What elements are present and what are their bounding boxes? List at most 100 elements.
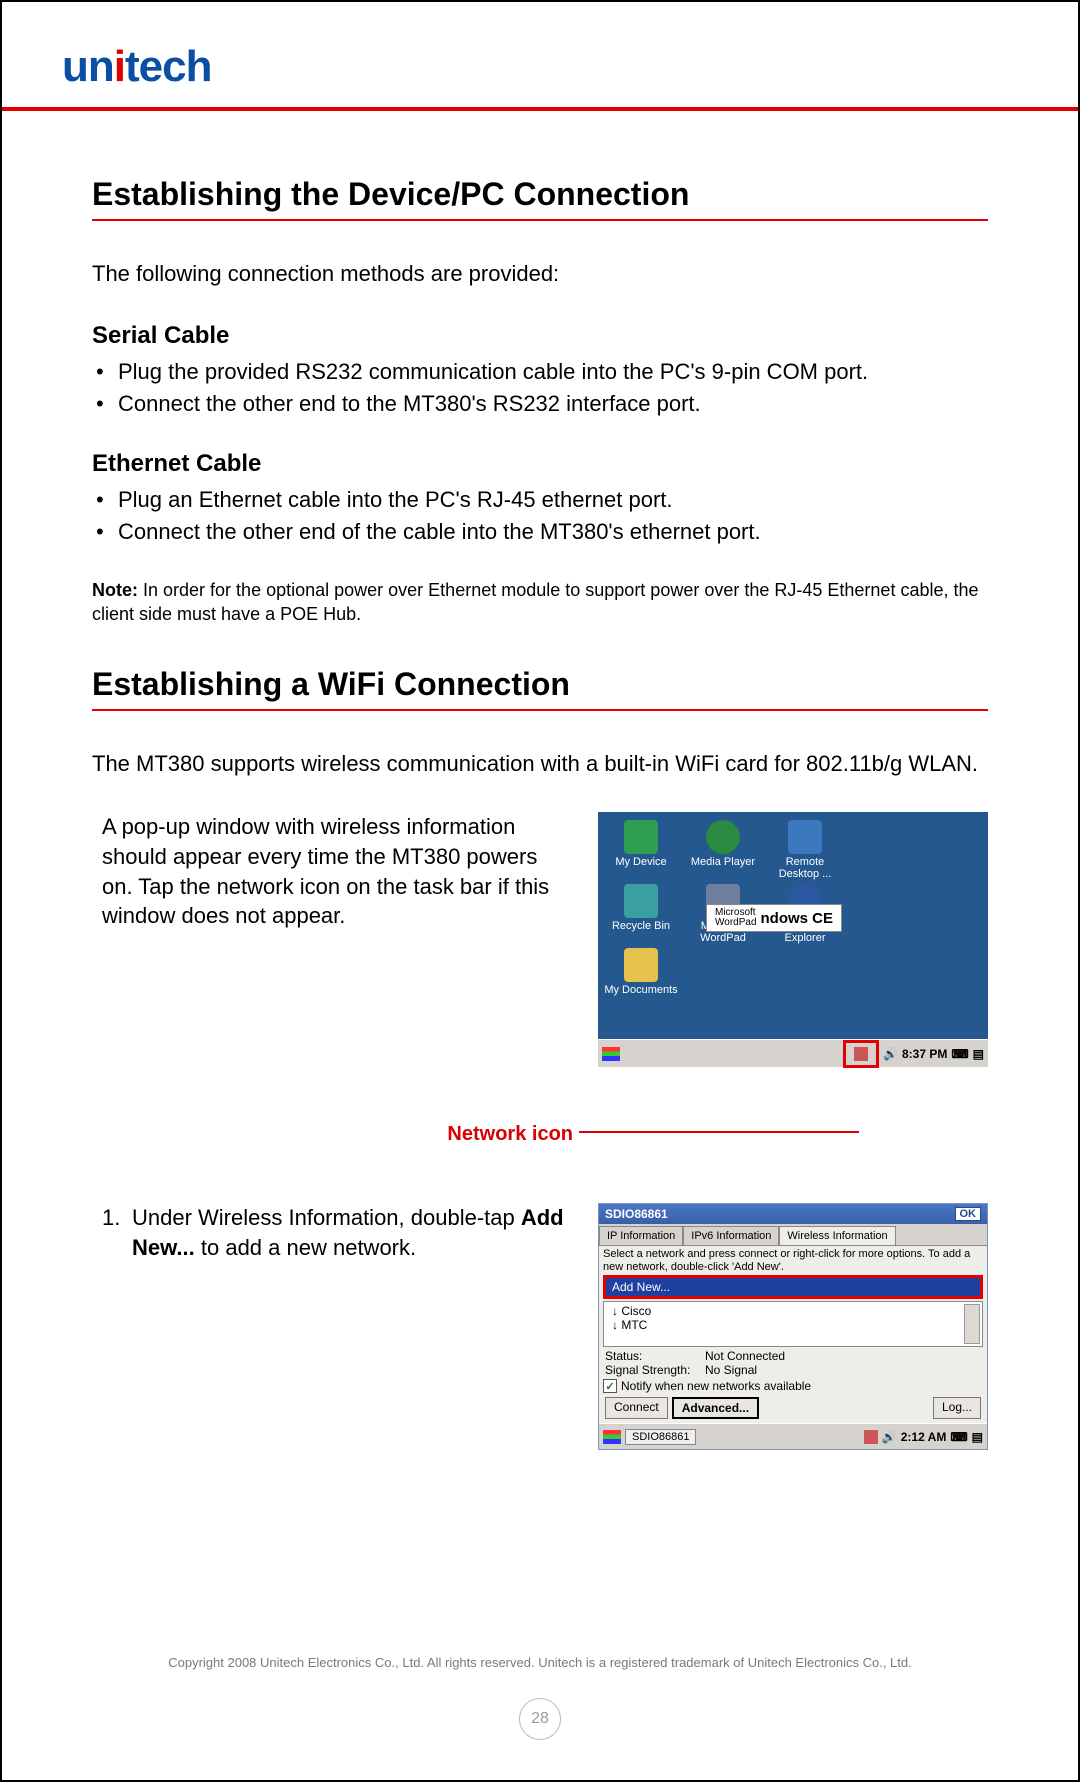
list-item: Connect the other end to the MT380's RS2… — [92, 388, 988, 420]
desktop-icon[interactable]: ▤ — [972, 1430, 983, 1444]
subheading-serial: Serial Cable — [92, 322, 988, 350]
status-label: Status: — [605, 1349, 705, 1363]
tab-ip-information[interactable]: IP Information — [599, 1226, 683, 1245]
ethernet-list: Plug an Ethernet cable into the PC's RJ-… — [92, 484, 988, 548]
advanced-button[interactable]: Advanced... — [672, 1397, 759, 1419]
dialog-tabs: IP Information IPv6 Information Wireless… — [599, 1224, 987, 1246]
tray-time: 2:12 AM — [901, 1430, 947, 1444]
icon-label: My Device — [615, 856, 666, 868]
section-title-wifi: Establishing a WiFi Connection — [92, 666, 988, 711]
network-icon — [854, 1047, 868, 1061]
step1-number: 1. — [102, 1203, 120, 1233]
desktop-icon-remote-desktop[interactable]: Remote Desktop ... — [768, 820, 842, 880]
keyboard-icon[interactable]: ⌨ — [951, 1047, 968, 1061]
page-content: Establishing the Device/PC Connection Th… — [2, 111, 1078, 1450]
network-icon-label-text: Network icon — [447, 1123, 573, 1145]
volume-icon[interactable]: 🔊 — [883, 1047, 898, 1061]
dialog-titlebar: SDIO86861 OK — [599, 1204, 987, 1224]
notify-checkbox[interactable]: ✓ — [603, 1379, 617, 1393]
note-label: Note: — [92, 580, 138, 600]
network-tray-icon-highlight[interactable] — [843, 1040, 879, 1068]
keyboard-icon[interactable]: ⌨ — [950, 1430, 967, 1444]
dialog-title: SDIO86861 — [605, 1207, 668, 1221]
icon-label: My Documents — [604, 984, 677, 996]
list-item: Connect the other end of the cable into … — [92, 516, 988, 548]
signal-value: No Signal — [705, 1363, 757, 1377]
list-item: Plug the provided RS232 communication ca… — [92, 356, 988, 388]
list-item: 1. Under Wireless Information, double-ta… — [102, 1203, 568, 1262]
connect-button[interactable]: Connect — [605, 1397, 668, 1419]
taskbar-2: SDIO86861 🔊 2:12 AM ⌨ ▤ — [599, 1423, 987, 1449]
media-icon — [706, 820, 740, 854]
taskbar-app-button[interactable]: SDIO86861 — [625, 1429, 696, 1445]
desktop-icon-my-device[interactable]: My Device — [604, 820, 678, 880]
network-icon-callout: Network icon — [102, 1121, 573, 1148]
log-button[interactable]: Log... — [933, 1397, 981, 1419]
section-title-device-pc: Establishing the Device/PC Connection — [92, 176, 988, 221]
desktop-screenshot: My Device Media Player Remote Desktop ..… — [598, 812, 988, 1067]
desktop-icon-my-documents[interactable]: My Documents — [604, 948, 678, 996]
network-list[interactable]: ↓ Cisco ↓ MTC — [603, 1301, 983, 1347]
signal-label: Signal Strength: — [605, 1363, 705, 1377]
icon-label: Media Player — [691, 856, 755, 868]
start-icon[interactable] — [602, 1047, 620, 1061]
step1-list: 1. Under Wireless Information, double-ta… — [102, 1203, 568, 1262]
brand-logo: unitech — [62, 42, 211, 91]
serial-list: Plug the provided RS232 communication ca… — [92, 356, 988, 420]
step-row-1: 1. Under Wireless Information, double-ta… — [92, 1203, 988, 1450]
step1-after: to add a new network. — [195, 1235, 416, 1260]
intro-text: The following connection methods are pro… — [92, 261, 988, 287]
volume-icon[interactable]: 🔊 — [882, 1430, 897, 1444]
start-icon[interactable] — [603, 1430, 621, 1444]
note-block: Note: In order for the optional power ov… — [92, 578, 988, 627]
subheading-ethernet: Ethernet Cable — [92, 450, 988, 478]
device-icon — [624, 820, 658, 854]
tab-wireless-information[interactable]: Wireless Information — [779, 1226, 895, 1245]
leader-line — [579, 1131, 859, 1133]
notify-row: ✓ Notify when new networks available — [603, 1379, 983, 1393]
network-icon[interactable] — [864, 1430, 878, 1444]
icon-label: Recycle Bin — [612, 920, 670, 932]
logo-dot: i — [114, 42, 125, 91]
page-header: unitech — [2, 2, 1078, 107]
tab-ipv6-information[interactable]: IPv6 Information — [683, 1226, 779, 1245]
logo-text-suffix: tech — [125, 42, 211, 91]
status-block: Status:Not Connected Signal Strength:No … — [603, 1347, 983, 1379]
banner-small: Microsoft WordPad — [715, 908, 757, 928]
step0-text: A pop-up window with wireless informatio… — [102, 812, 568, 931]
wifi-intro: The MT380 supports wireless communicatio… — [92, 751, 988, 777]
step-row-0: A pop-up window with wireless informatio… — [92, 812, 988, 1148]
network-item-cisco[interactable]: ↓ Cisco — [612, 1304, 974, 1318]
notify-label: Notify when new networks available — [621, 1379, 811, 1393]
remote-icon — [788, 820, 822, 854]
add-new-item[interactable]: Add New... — [603, 1275, 983, 1299]
step0-text-col: A pop-up window with wireless informatio… — [92, 812, 578, 1148]
network-item-mtc[interactable]: ↓ MTC — [612, 1318, 974, 1332]
dialog-buttons: Connect Advanced... Log... — [603, 1393, 983, 1423]
dialog-hint: Select a network and press connect or ri… — [603, 1248, 983, 1273]
list-item: Plug an Ethernet cable into the PC's RJ-… — [92, 484, 988, 516]
dialog-body: Select a network and press connect or ri… — [599, 1246, 987, 1423]
page-number: 28 — [519, 1698, 561, 1740]
ok-button[interactable]: OK — [955, 1207, 982, 1221]
footer-copyright: Copyright 2008 Unitech Electronics Co., … — [2, 1655, 1078, 1670]
desktop-icon-media-player[interactable]: Media Player — [686, 820, 760, 880]
note-text: In order for the optional power over Eth… — [92, 580, 979, 624]
scrollbar[interactable] — [964, 1304, 980, 1344]
banner-small-bottom: WordPad — [715, 918, 757, 928]
icon-label: Remote Desktop ... — [768, 856, 842, 880]
screenshot-1: My Device Media Player Remote Desktop ..… — [598, 812, 988, 1148]
system-tray: 🔊 8:37 PM ⌨ ▤ — [843, 1040, 984, 1068]
step1-text-col: 1. Under Wireless Information, double-ta… — [92, 1203, 578, 1450]
tray-time: 8:37 PM — [902, 1047, 947, 1061]
folder-icon — [624, 948, 658, 982]
system-tray-2: 🔊 2:12 AM ⌨ ▤ — [864, 1430, 983, 1444]
banner-big: ndows CE — [761, 910, 834, 927]
wireless-info-dialog: SDIO86861 OK IP Information IPv6 Informa… — [598, 1203, 988, 1450]
screenshot-2: SDIO86861 OK IP Information IPv6 Informa… — [598, 1203, 988, 1450]
recycle-icon — [624, 884, 658, 918]
taskbar: 🔊 8:37 PM ⌨ ▤ — [598, 1039, 988, 1067]
desktop-icon[interactable]: ▤ — [973, 1047, 984, 1061]
desktop-icon-recycle-bin[interactable]: Recycle Bin — [604, 884, 678, 944]
windows-ce-banner: Microsoft WordPad ndows CE — [706, 904, 842, 932]
